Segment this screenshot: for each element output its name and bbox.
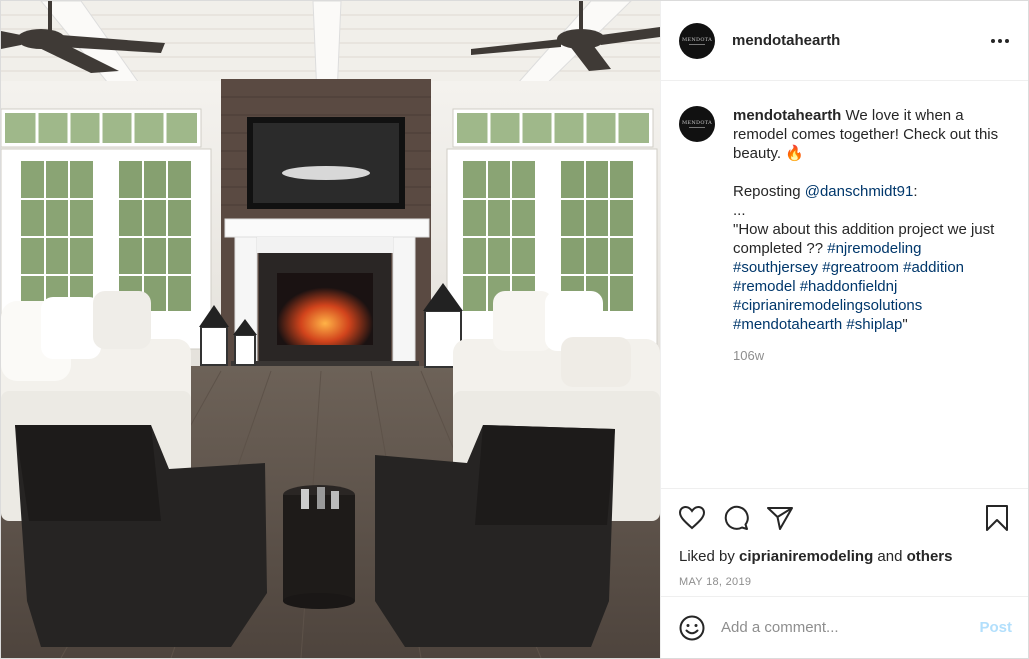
hashtag-link[interactable]: #shiplap	[846, 316, 902, 333]
avatar[interactable]: MENDOTA	[679, 22, 715, 59]
reposting-prefix: Reposting	[733, 183, 805, 200]
post-comment-button[interactable]: Post	[979, 619, 1012, 636]
time-ago[interactable]: 106w	[733, 348, 1012, 363]
liked-by-prefix: Liked by	[679, 548, 740, 565]
liked-by-others[interactable]: others	[907, 548, 953, 565]
caption-ellipsis: ...	[733, 202, 746, 219]
more-options-icon[interactable]	[988, 29, 1012, 53]
liked-by-user[interactable]: ciprianiremodeling	[739, 548, 873, 565]
likes-line: Liked by ciprianiremodeling and others	[661, 546, 1028, 568]
hashtag-link[interactable]: #addition	[903, 259, 964, 276]
post-date[interactable]: MAY 18, 2019	[661, 568, 1028, 596]
caption-text: mendotahearth We love it when a remodel …	[733, 106, 1012, 334]
hashtag-link[interactable]: #mendotahearth	[733, 316, 842, 333]
instagram-post: MENDOTA mendotahearth MENDOTA mendotahea…	[0, 0, 1029, 659]
hashtag-link[interactable]: #ciprianiremodelingsolutions	[733, 297, 922, 314]
post-sidebar: MENDOTA mendotahearth MENDOTA mendotahea…	[660, 1, 1028, 658]
heart-icon[interactable]	[677, 503, 707, 533]
action-bar	[661, 488, 1028, 546]
hashtag-link[interactable]: #greatroom	[822, 259, 899, 276]
hashtag-link[interactable]: #remodel	[733, 278, 796, 295]
caption-username[interactable]: mendotahearth	[733, 107, 841, 124]
post-header: MENDOTA mendotahearth	[661, 1, 1028, 81]
liked-by-and: and	[873, 548, 907, 565]
avatar-logo-text: MENDOTA	[681, 36, 713, 43]
smiley-icon[interactable]	[677, 613, 707, 643]
bookmark-icon[interactable]	[982, 503, 1012, 533]
living-room-photo	[1, 1, 660, 658]
mention-link[interactable]: @danschmidt91	[805, 183, 914, 200]
comment-bubble-icon[interactable]	[721, 503, 751, 533]
header-username[interactable]: mendotahearth	[732, 32, 840, 49]
hashtag-link[interactable]: #haddonfieldnj	[800, 278, 898, 295]
avatar-logo-line	[689, 43, 705, 45]
quote-end: "	[902, 316, 908, 333]
hashtag-link[interactable]: #southjersey	[733, 259, 818, 276]
comment-bar: Post	[661, 596, 1028, 658]
hashtag-link[interactable]: #njremodeling	[827, 240, 921, 257]
comment-input[interactable]	[721, 619, 972, 636]
caption-area: MENDOTA mendotahearth We love it when a …	[661, 81, 1028, 488]
avatar-logo-line	[689, 127, 705, 128]
caption-avatar[interactable]: MENDOTA	[679, 106, 715, 142]
avatar-logo-text: MENDOTA	[681, 120, 713, 126]
paper-plane-icon[interactable]	[765, 503, 795, 533]
post-photo[interactable]	[1, 1, 660, 658]
reposting-suffix: :	[913, 183, 918, 200]
caption: MENDOTA mendotahearth We love it when a …	[679, 106, 1012, 334]
